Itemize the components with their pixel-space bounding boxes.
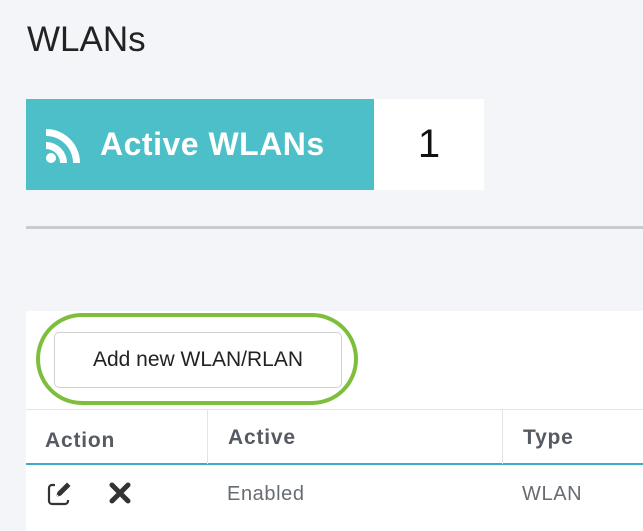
wlans-page: WLANs Active WLANs 1 Add new WLAN/RLAN A… — [0, 0, 643, 531]
active-wlans-card[interactable]: Active WLANs 1 — [26, 99, 484, 190]
cell-active-status: Enabled — [227, 483, 305, 505]
active-wlans-label-block: Active WLANs — [26, 99, 374, 190]
wlan-table: Action Active Type Enabled WLAN — [26, 409, 643, 531]
add-new-wlan-button[interactable]: Add new WLAN/RLAN — [54, 332, 342, 388]
page-title: WLANs — [27, 20, 146, 59]
delete-icon[interactable] — [106, 479, 134, 507]
section-divider — [26, 226, 643, 229]
wlan-list-panel: Add new WLAN/RLAN Action Active Type Ena… — [26, 311, 643, 531]
table-header: Action Active Type — [26, 409, 643, 465]
active-wlans-count: 1 — [374, 99, 484, 190]
wifi-icon — [46, 128, 80, 163]
table-row[interactable]: Enabled WLAN — [26, 465, 643, 531]
active-wlans-label: Active WLANs — [100, 126, 325, 162]
column-header-active[interactable]: Active — [207, 410, 502, 464]
cell-type: WLAN — [522, 483, 583, 505]
edit-icon[interactable] — [46, 479, 74, 507]
column-header-action[interactable]: Action — [26, 410, 207, 464]
column-header-type[interactable]: Type — [502, 410, 643, 464]
